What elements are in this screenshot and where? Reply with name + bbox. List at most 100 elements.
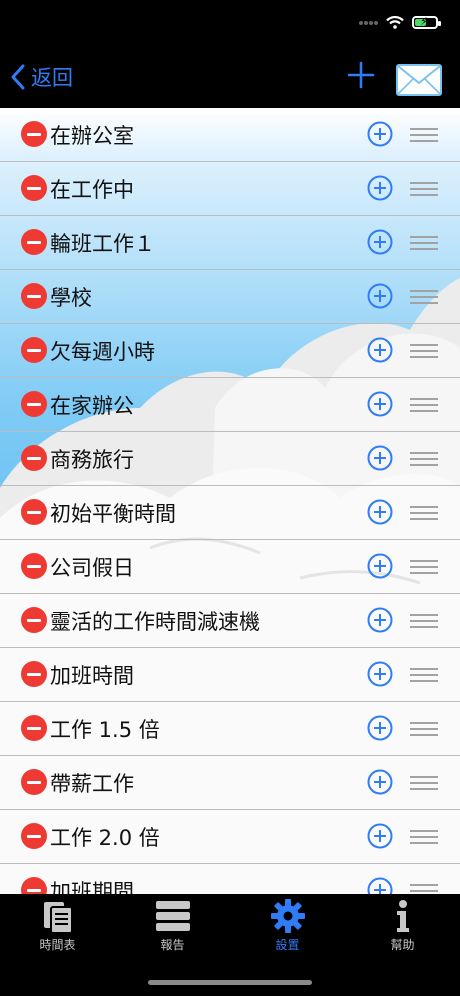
- delete-icon[interactable]: [21, 661, 47, 687]
- list-item[interactable]: 靈活的工作時間減速機: [0, 594, 460, 648]
- add-circle-icon[interactable]: [367, 175, 393, 201]
- tab-label: 報告: [160, 938, 185, 952]
- info-icon: [396, 900, 409, 932]
- list-item[interactable]: 在家辦公: [0, 378, 460, 432]
- list-item-label: 初始平衡時間: [50, 502, 176, 526]
- add-circle-icon[interactable]: [367, 229, 393, 255]
- status-icons: ⚡: [358, 15, 441, 29]
- list-item-label: 欠每週小時: [50, 340, 155, 364]
- reorder-handle-icon[interactable]: [410, 398, 438, 412]
- tab-reports[interactable]: 報告: [115, 898, 230, 956]
- reorder-handle-icon[interactable]: [410, 506, 438, 520]
- delete-icon[interactable]: [21, 121, 47, 147]
- delete-icon[interactable]: [21, 607, 47, 633]
- cellular-icon: [359, 20, 378, 25]
- delete-icon[interactable]: [21, 445, 47, 471]
- tab-settings[interactable]: 設置: [230, 898, 345, 956]
- tab-label: 設置: [275, 938, 300, 952]
- wifi-icon: [386, 16, 404, 29]
- delete-icon[interactable]: [21, 175, 47, 201]
- reorder-handle-icon[interactable]: [410, 776, 438, 790]
- gear-icon: [270, 899, 305, 933]
- reorder-handle-icon[interactable]: [410, 884, 438, 894]
- list-item-label: 加班時間: [50, 664, 134, 688]
- list-item[interactable]: 學校: [0, 270, 460, 324]
- back-label: 返回: [31, 66, 73, 90]
- add-circle-icon[interactable]: [367, 607, 393, 633]
- add-circle-icon[interactable]: [367, 283, 393, 309]
- reorder-handle-icon[interactable]: [410, 182, 438, 196]
- tab-label: 幫助: [390, 938, 415, 952]
- reorder-handle-icon[interactable]: [410, 290, 438, 304]
- home-indicator: [148, 980, 312, 985]
- list-item-label: 加班期間: [50, 880, 134, 894]
- reorder-handle-icon[interactable]: [410, 344, 438, 358]
- list-item[interactable]: 欠每週小時: [0, 324, 460, 378]
- reorder-handle-icon[interactable]: [410, 452, 438, 466]
- list-item-label: 商務旅行: [50, 448, 134, 472]
- timesheet-icon: [43, 902, 73, 934]
- tab-help[interactable]: 幫助: [345, 898, 460, 956]
- list-item-label: 在家辦公: [50, 394, 134, 418]
- list-item[interactable]: 在辦公室: [0, 108, 460, 162]
- add-circle-icon[interactable]: [367, 661, 393, 687]
- list-item[interactable]: 商務旅行: [0, 432, 460, 486]
- delete-icon[interactable]: [21, 769, 47, 795]
- list-item-label: 在辦公室: [50, 124, 134, 148]
- list-item-label: 輪班工作１: [50, 232, 155, 256]
- status-bar: ⚡: [0, 0, 460, 48]
- list-item[interactable]: 加班時間: [0, 648, 460, 702]
- add-circle-icon[interactable]: [367, 337, 393, 363]
- delete-icon[interactable]: [21, 553, 47, 579]
- add-circle-icon[interactable]: [367, 877, 393, 894]
- navigation-bar: 返回: [0, 48, 460, 108]
- reorder-handle-icon[interactable]: [410, 236, 438, 250]
- delete-icon[interactable]: [21, 877, 47, 894]
- list-item[interactable]: 工作 1.5 倍: [0, 702, 460, 756]
- add-circle-icon[interactable]: [367, 823, 393, 849]
- envelope-icon[interactable]: [396, 64, 442, 96]
- add-circle-icon[interactable]: [367, 715, 393, 741]
- category-list-area[interactable]: 在辦公室在工作中輪班工作１ 學校欠每週小時在家辦公商務旅行初始平衡時間 公司假日靈活…: [0, 108, 460, 894]
- list-item[interactable]: 帶薪工作: [0, 756, 460, 810]
- list-item-label: 工作 1.5 倍: [50, 718, 160, 742]
- delete-icon[interactable]: [21, 337, 47, 363]
- add-circle-icon[interactable]: [367, 499, 393, 525]
- category-list: 在辦公室在工作中輪班工作１ 學校欠每週小時在家辦公商務旅行初始平衡時間 公司假日靈活…: [0, 108, 460, 894]
- list-item[interactable]: 在工作中: [0, 162, 460, 216]
- reorder-handle-icon[interactable]: [410, 830, 438, 844]
- back-button[interactable]: 返回: [10, 62, 73, 92]
- list-item[interactable]: 加班期間: [0, 864, 460, 894]
- list-item-label: 帶薪工作: [50, 772, 134, 796]
- list-item-label: 學校: [50, 286, 92, 310]
- list-item-label: 在工作中: [50, 178, 134, 202]
- reorder-handle-icon[interactable]: [410, 614, 438, 628]
- list-item[interactable]: 初始平衡時間: [0, 486, 460, 540]
- reorder-handle-icon[interactable]: [410, 668, 438, 682]
- add-circle-icon[interactable]: [367, 769, 393, 795]
- plus-icon[interactable]: [344, 58, 378, 92]
- list-item-label: 工作 2.0 倍: [50, 826, 160, 850]
- list-item[interactable]: 輪班工作１: [0, 216, 460, 270]
- delete-icon[interactable]: [21, 283, 47, 309]
- add-circle-icon[interactable]: [367, 553, 393, 579]
- delete-icon[interactable]: [21, 715, 47, 741]
- chevron-left-icon: [11, 64, 25, 90]
- delete-icon[interactable]: [21, 391, 47, 417]
- delete-icon[interactable]: [21, 499, 47, 525]
- reorder-handle-icon[interactable]: [410, 722, 438, 736]
- list-item-label: 靈活的工作時間減速機: [50, 610, 260, 634]
- tab-timesheet[interactable]: 時間表: [0, 898, 115, 956]
- list-item[interactable]: 公司假日: [0, 540, 460, 594]
- list-item-label: 公司假日: [50, 556, 134, 580]
- add-circle-icon[interactable]: [367, 445, 393, 471]
- add-circle-icon[interactable]: [367, 391, 393, 417]
- reports-icon: [155, 901, 190, 931]
- list-item[interactable]: 工作 2.0 倍: [0, 810, 460, 864]
- reorder-handle-icon[interactable]: [410, 560, 438, 574]
- delete-icon[interactable]: [21, 229, 47, 255]
- delete-icon[interactable]: [21, 823, 47, 849]
- add-circle-icon[interactable]: [367, 121, 393, 147]
- battery-icon: ⚡: [412, 15, 441, 29]
- reorder-handle-icon[interactable]: [410, 128, 438, 142]
